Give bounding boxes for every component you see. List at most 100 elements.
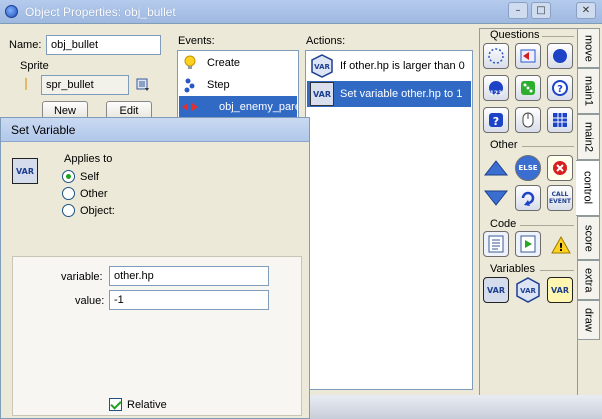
start-block-icon[interactable] — [483, 155, 509, 181]
dialog-titlebar: Set Variable — [1, 118, 309, 142]
test-collision-icon[interactable] — [483, 43, 509, 69]
group-code-label: Code — [490, 218, 517, 230]
end-block-icon[interactable] — [483, 185, 509, 211]
value-field[interactable]: -1 — [109, 290, 269, 310]
execute-code-icon[interactable] — [483, 231, 509, 257]
svg-text:?: ? — [493, 115, 499, 128]
group-other-label: Other — [490, 139, 518, 151]
actions-header: Actions: — [306, 35, 346, 47]
else-icon[interactable]: ELSE — [515, 155, 541, 181]
group-divider — [522, 146, 574, 147]
test-dice-icon[interactable] — [515, 75, 541, 101]
events-header: Events: — [178, 35, 215, 47]
radio-other[interactable] — [62, 187, 75, 200]
sprite-field[interactable]: spr_bullet — [41, 75, 129, 95]
test-chance-icon[interactable]: 123 — [483, 75, 509, 101]
var-test-icon: VAR — [310, 54, 334, 78]
tab-main1[interactable]: main1 — [578, 68, 600, 114]
tab-score[interactable]: score — [578, 216, 600, 260]
name-field[interactable]: obj_bullet — [46, 35, 161, 55]
group-divider — [520, 225, 574, 226]
value-value: -1 — [114, 294, 124, 306]
variable-field[interactable]: other.hp — [109, 266, 269, 286]
tab-extra[interactable]: extra — [578, 260, 600, 300]
sprite-label: Sprite — [20, 60, 49, 72]
set-variable-dialog: Set Variable VAR Applies to Self Other O… — [0, 117, 310, 419]
action-label: If other.hp is larger than 0 — [340, 60, 465, 72]
variable-label: variable: — [61, 271, 103, 283]
action-item-set-variable[interactable]: VAR Set variable other.hp to 1 — [307, 81, 471, 107]
svg-text:?: ? — [557, 84, 563, 95]
events-list[interactable]: Create Step obj_enemy_pare — [177, 50, 299, 120]
exit-event-icon[interactable] — [547, 155, 573, 181]
svg-text:VAR: VAR — [314, 63, 330, 71]
bottom-strip — [305, 395, 602, 419]
test-grid-icon[interactable] — [547, 107, 573, 133]
event-item-collision[interactable]: obj_enemy_pare — [179, 96, 297, 118]
name-label: Name: — [9, 39, 42, 51]
radio-other-label: Other — [80, 187, 108, 200]
applies-to-self[interactable]: Self — [62, 170, 99, 183]
test-instance-icon[interactable] — [515, 43, 541, 69]
draw-variable-icon[interactable]: VAR — [547, 277, 573, 303]
tab-move[interactable]: move — [578, 28, 600, 68]
tab-control[interactable]: control — [576, 160, 600, 216]
radio-self[interactable] — [62, 170, 75, 183]
repeat-icon[interactable] — [515, 185, 541, 211]
tab-main2[interactable]: main2 — [578, 114, 600, 160]
step-icon — [179, 74, 201, 96]
name-value: obj_bullet — [51, 39, 99, 51]
dialog-body: VAR Applies to Self Other Object: variab… — [4, 144, 306, 416]
lightbulb-icon — [179, 52, 201, 74]
event-label: Create — [207, 57, 241, 69]
action-item-test-variable[interactable]: VAR If other.hp is larger than 0 — [307, 53, 471, 79]
set-variable-icon[interactable]: VAR — [483, 277, 509, 303]
test-variable-icon[interactable]: VAR — [515, 277, 541, 303]
action-label: Set variable other.hp to 1 — [340, 88, 463, 100]
execute-script-icon[interactable] — [515, 231, 541, 257]
test-mouse-icon[interactable] — [515, 107, 541, 133]
window-title: Object Properties: obj_bullet — [25, 5, 176, 19]
test-question-icon[interactable]: ? — [547, 75, 573, 101]
applies-to-label: Applies to — [64, 153, 113, 165]
minimize-button[interactable]: – — [508, 2, 528, 19]
maximize-button[interactable]: □ — [531, 2, 551, 19]
actions-list[interactable]: VAR If other.hp is larger than 0 VAR Set… — [305, 50, 473, 390]
svg-text:VAR: VAR — [520, 287, 536, 295]
value-label: value: — [75, 295, 105, 307]
tab-draw[interactable]: draw — [578, 300, 600, 340]
test-instance-count-icon[interactable] — [547, 43, 573, 69]
group-variables-label: Variables — [490, 263, 536, 275]
relative-checkbox[interactable] — [109, 398, 122, 411]
app-icon — [5, 5, 18, 18]
var-set-icon: VAR — [310, 82, 334, 106]
group-questions-label: Questions — [490, 29, 540, 41]
radio-self-label: Self — [80, 170, 99, 183]
collision-icon — [179, 96, 201, 118]
relative-option[interactable]: Relative — [109, 398, 167, 411]
sprite-icon: ❘ — [21, 76, 32, 90]
radio-object-label: Object: — [80, 204, 115, 217]
event-label: obj_enemy_pare — [219, 101, 297, 113]
test-expression-icon[interactable]: ? — [483, 107, 509, 133]
dialog-title: Set Variable — [11, 123, 76, 137]
svg-text:!: ! — [558, 241, 563, 254]
radio-object[interactable] — [62, 204, 75, 217]
comment-warning-icon[interactable]: ! — [551, 235, 571, 255]
parameters-panel: variable: other.hp value: -1 Relative — [12, 256, 302, 416]
event-item-create[interactable]: Create — [179, 52, 297, 74]
window-titlebar: Object Properties: obj_bullet – □ ✕ — [0, 0, 602, 24]
variable-value: other.hp — [114, 270, 154, 282]
event-item-step[interactable]: Step — [179, 74, 297, 96]
sprite-value: spr_bullet — [46, 79, 94, 91]
applies-to-object[interactable]: Object: — [62, 204, 115, 217]
call-event-icon[interactable]: CALL EVENT — [547, 185, 573, 211]
group-divider — [542, 36, 574, 37]
group-divider — [540, 270, 574, 271]
sprite-menu-icon[interactable] — [136, 78, 150, 92]
dice-text: 123 — [490, 90, 503, 97]
relative-label: Relative — [127, 398, 167, 411]
event-label: Step — [207, 79, 230, 91]
close-button[interactable]: ✕ — [576, 2, 596, 19]
applies-to-other[interactable]: Other — [62, 187, 108, 200]
